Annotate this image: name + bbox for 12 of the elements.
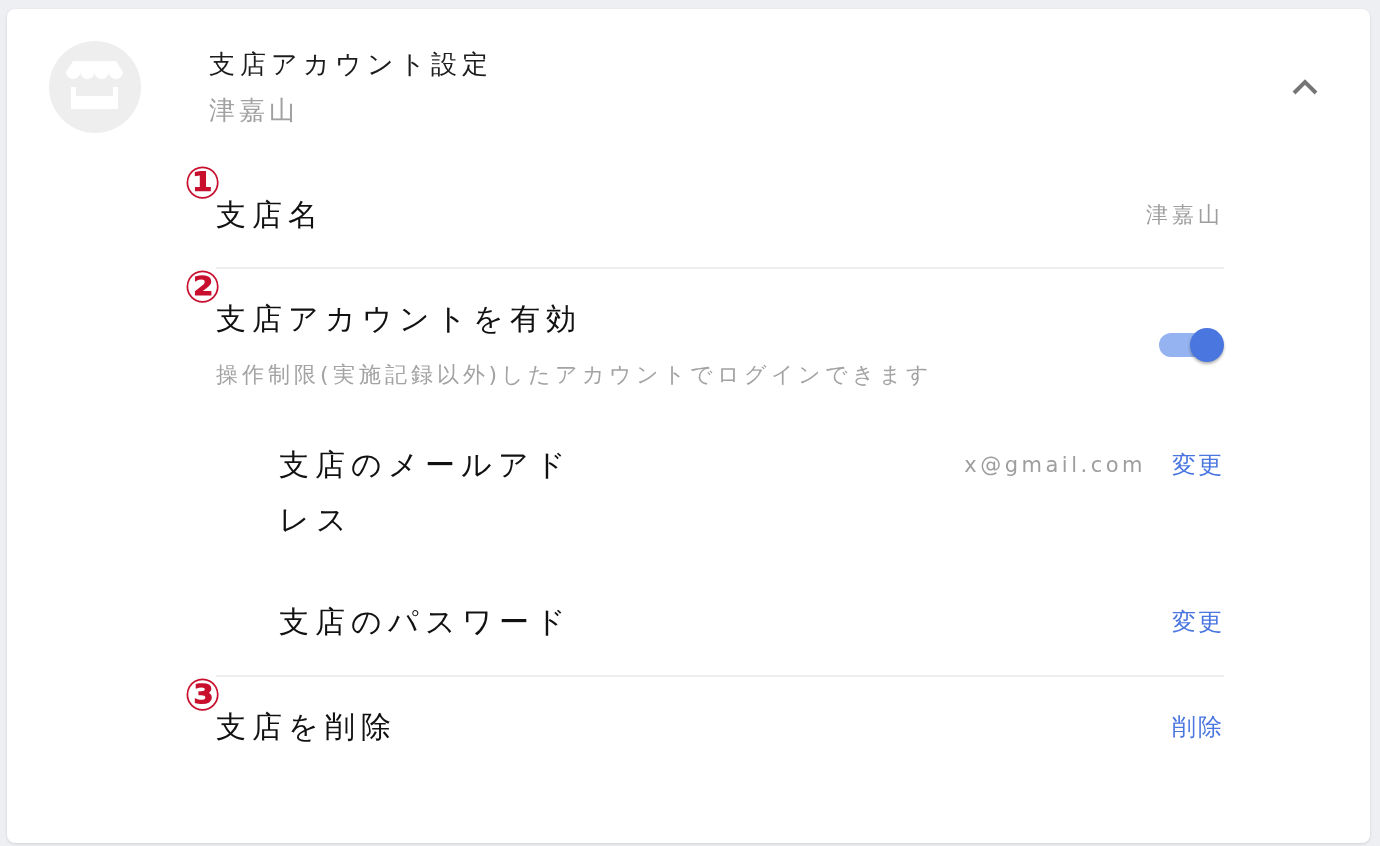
setting-label: 支店のメールアドレス [279,446,573,539]
delete-link[interactable]: 削除 [1172,712,1224,742]
panel-title: 支店アカウント設定 [209,48,493,81]
chevron-up-icon[interactable] [1292,79,1318,95]
change-link[interactable]: 変更 [1172,606,1224,637]
change-link[interactable]: 変更 [1172,449,1224,480]
toggle-switch[interactable] [1159,326,1224,363]
setting-description: 操作制限(実施記録以外)したアカウントでログインできます [216,361,934,389]
panel-subtitle: 津嘉山 [209,94,299,127]
field-value: x@gmail.com [964,451,1146,479]
setting-label: 支店のパスワード [279,603,573,641]
field-value: 津嘉山 [1146,201,1224,229]
